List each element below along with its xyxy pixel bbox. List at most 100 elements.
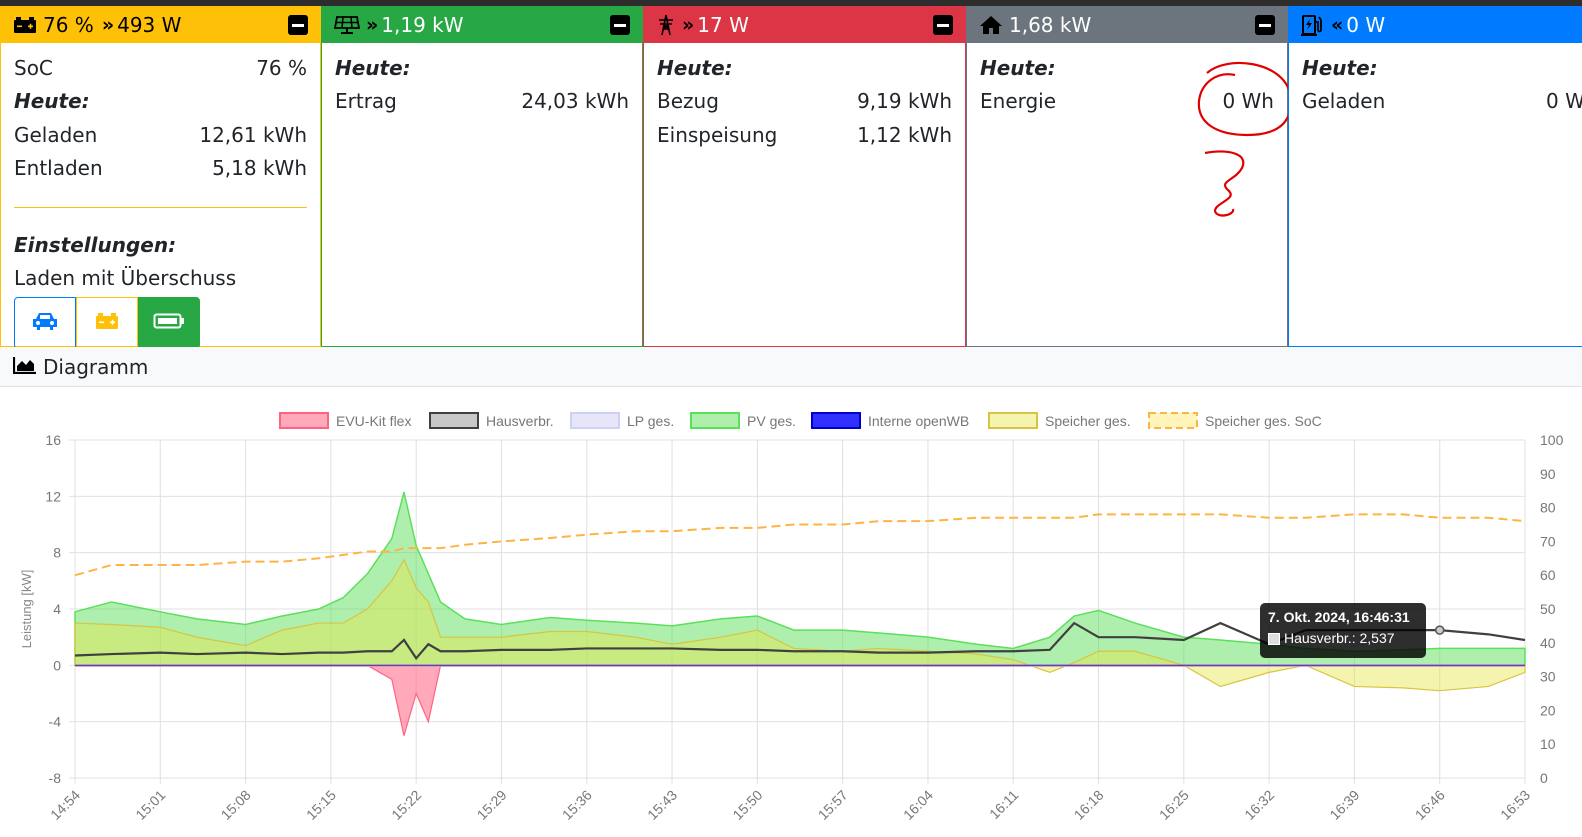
x-tick-label: 15:01	[132, 787, 168, 823]
battery-card-header[interactable]: 76 % » 493 W	[1, 7, 320, 43]
y2-tick-label: 100	[1540, 432, 1564, 448]
legend-swatch	[429, 412, 479, 429]
chart-tooltip: 7. Okt. 2024, 16:46:31 Hausverbr.: 2,537	[1260, 603, 1426, 658]
charged-value: 12,61 kWh	[199, 122, 307, 147]
yield-label: Ertrag	[335, 89, 397, 114]
soc-row: SoC 76 %	[14, 51, 307, 85]
legend-label: Interne openWB	[868, 413, 969, 429]
yield-row: Ertrag 24,03 kWh	[335, 85, 629, 119]
x-tick-label: 16:32	[1241, 787, 1277, 823]
yield-value: 24,03 kWh	[521, 89, 629, 114]
export-label: Einspeisung	[657, 122, 778, 147]
legend-label: PV ges.	[747, 413, 796, 429]
export-value: 1,12 kWh	[857, 122, 952, 147]
car-priority-button[interactable]	[14, 297, 76, 349]
y2-tick-label: 40	[1540, 635, 1556, 651]
y-tick-label: 12	[45, 488, 61, 504]
car-battery-icon	[13, 16, 37, 34]
legend-swatch	[988, 412, 1038, 429]
y2-tick-label: 50	[1540, 601, 1556, 617]
house-card: 1,68 kW Heute: Energie 0 Wh	[966, 6, 1292, 347]
collapse-button[interactable]	[610, 15, 630, 35]
x-tick-label: 15:15	[303, 787, 339, 823]
today-heading: Heute:	[14, 89, 90, 114]
y-tick-label: -4	[49, 714, 62, 730]
battery-full-button[interactable]	[138, 297, 200, 349]
y-axis-label: Leistung [kW]	[19, 570, 34, 649]
legend-swatch	[1148, 412, 1198, 429]
import-label: Bezug	[657, 89, 719, 114]
x-tick-label: 15:22	[388, 787, 424, 823]
battery-full-icon	[153, 311, 185, 335]
collapse-button[interactable]	[288, 15, 308, 35]
home-icon	[979, 15, 1003, 35]
charge-mode-label: Laden mit Überschuss	[14, 262, 307, 296]
solar-panel-icon	[334, 15, 360, 35]
pv-card: » 1,19 kW Heute: Ertrag 24,03 kWh	[321, 6, 643, 347]
y2-tick-label: 30	[1540, 669, 1556, 685]
charged-row: Geladen 12,61 kWh	[14, 118, 307, 152]
import-value: 9,19 kWh	[857, 89, 952, 114]
y2-tick-label: 70	[1540, 533, 1556, 549]
battery-priority-button[interactable]	[76, 297, 138, 349]
y-tick-label: 8	[53, 545, 61, 561]
y-tick-label: -8	[49, 770, 62, 786]
charge-charged-row: Geladen 0 W	[1302, 85, 1582, 119]
x-tick-label: 16:11	[986, 787, 1022, 823]
soc-label: SoC	[14, 55, 53, 80]
y2-tick-label: 80	[1540, 500, 1556, 516]
x-tick-label: 16:04	[900, 787, 936, 823]
y-tick-label: 16	[45, 432, 61, 448]
legend-swatch	[690, 412, 740, 429]
x-tick-label: 15:36	[559, 787, 595, 823]
grid-card-header[interactable]: » 17 W	[644, 7, 965, 43]
diagram-header[interactable]: Diagramm	[0, 347, 1582, 387]
x-tick-label: 15:08	[218, 787, 254, 823]
energy-label: Energie	[980, 89, 1057, 114]
battery-header-power: 493 W	[117, 13, 182, 37]
x-tick-label: 16:46	[1412, 787, 1448, 823]
double-chevron-right-icon: »	[101, 14, 114, 36]
export-row: Einspeisung 1,12 kWh	[657, 118, 952, 152]
x-tick-label: 15:43	[644, 787, 680, 823]
charge-charged-value: 0 W	[1546, 89, 1582, 114]
collapse-button[interactable]	[933, 15, 953, 35]
legend-swatch	[811, 412, 861, 429]
collapse-button[interactable]	[1255, 15, 1275, 35]
battery-soc-line	[74, 513, 1526, 577]
y2-tick-label: 20	[1540, 702, 1556, 718]
x-tick-label: 16:25	[1156, 787, 1192, 823]
x-tick-label: 16:39	[1326, 787, 1362, 823]
double-chevron-right-icon: »	[366, 14, 378, 36]
battery-card: 76 % » 493 W SoC 76 % Heute: Geladen 12,…	[0, 6, 321, 349]
charging-station-icon	[1301, 14, 1325, 36]
grid-card: » 17 W Heute: Bezug 9,19 kWh Einspeisung…	[643, 6, 966, 347]
hover-point	[1434, 625, 1445, 635]
settings-heading: Einstellungen:	[14, 232, 177, 257]
grid-power-area	[75, 664, 1525, 736]
power-pylon-icon	[656, 14, 676, 36]
charge-header-power: 0 W	[1346, 13, 1386, 37]
battery-header-soc: 76 %	[43, 13, 94, 37]
y-tick-label: 4	[53, 601, 61, 617]
house-card-header[interactable]: 1,68 kW	[967, 7, 1287, 43]
tooltip-swatch	[1268, 633, 1280, 645]
charge-card-header[interactable]: « 0 W	[1289, 7, 1582, 43]
y-tick-label: 0	[53, 657, 61, 673]
car-icon	[30, 311, 60, 336]
charge-mode-text: Laden mit Überschuss	[14, 266, 237, 291]
legend-label: EVU-Kit flex	[336, 413, 411, 429]
y2-tick-label: 0	[1540, 770, 1548, 786]
today-heading: Heute:	[657, 55, 733, 80]
discharged-value: 5,18 kWh	[212, 156, 307, 181]
tooltip-label: Hausverbr.: 2,537	[1284, 630, 1395, 646]
charge-mode-buttons	[14, 297, 307, 349]
double-chevron-right-icon: »	[682, 14, 694, 36]
x-tick-label: 15:57	[815, 787, 851, 823]
area-chart-icon	[12, 355, 43, 379]
pv-card-header[interactable]: » 1,19 kW	[322, 7, 642, 43]
today-heading: Heute:	[335, 55, 411, 80]
pv-header-power: 1,19 kW	[381, 13, 464, 37]
today-heading: Heute:	[1302, 55, 1378, 80]
discharged-label: Entladen	[14, 156, 103, 181]
